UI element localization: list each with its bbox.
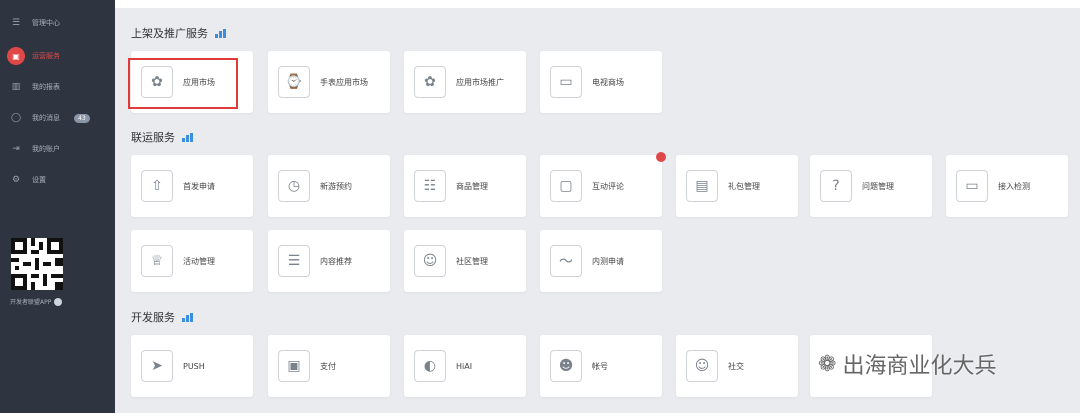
tile-goods-management[interactable]: ☷ 商品管理 — [404, 155, 526, 217]
tile-gift-management[interactable]: ▤ 礼包管理 — [676, 155, 798, 217]
tile-label: HiAI — [456, 361, 473, 371]
clipboard-icon: ☷ — [414, 170, 446, 202]
sidebar-item-label: 运营服务 — [32, 52, 60, 60]
user-icon: ☻ — [550, 350, 582, 382]
sidebar-item-management[interactable]: ☰ 管理中心 — [0, 12, 115, 34]
gift-icon: ▤ — [686, 170, 718, 202]
tile-beta-apply[interactable]: 〜 内测申请 — [540, 230, 662, 292]
watermark: ❁ 出海商业化大兵 — [818, 348, 996, 380]
tile-community-management[interactable]: ☺ 社区管理 — [404, 230, 526, 292]
watermark-text: 出海商业化大兵 — [842, 354, 997, 379]
section-blocks-icon — [182, 312, 193, 322]
section-blocks-icon — [182, 132, 193, 142]
sidebar-item-label: 我的消息 — [32, 114, 60, 122]
tile-issue-management[interactable]: ? 问题管理 — [810, 155, 932, 217]
tile-label: 接入检测 — [998, 181, 1030, 191]
chart-icon: ▥ — [11, 82, 21, 92]
tile-label: 支付 — [320, 361, 336, 371]
sidebar-item-settings[interactable]: ⚙ 设置 — [0, 169, 115, 191]
tile-content-recommend[interactable]: ☰ 内容推荐 — [268, 230, 390, 292]
tile-watch-market[interactable]: ⌚ 手表应用市场 — [268, 51, 390, 113]
sidebar: ☰ 管理中心 ▣ 运营服务 ▥ 我的报表 ◯ 我的消息 43 ⇥ 我的账户 ⚙ … — [0, 0, 115, 413]
tile-app-market[interactable]: ✿ 应用市场 — [131, 51, 253, 113]
tile-label: 商品管理 — [456, 181, 488, 191]
qr-code — [11, 238, 63, 290]
section-title-text: 开发服务 — [131, 311, 175, 324]
rocket-icon: ⇧ — [141, 170, 173, 202]
tile-tv-store[interactable]: ▭ 电视商场 — [540, 51, 662, 113]
tile-game-reservation[interactable]: ◷ 新游预约 — [268, 155, 390, 217]
notification-dot — [656, 152, 666, 162]
community-icon: ☺ — [414, 245, 446, 277]
section-title-dev: 开发服务 — [131, 309, 193, 325]
tile-label: 应用市场 — [183, 77, 215, 87]
section-title-text: 上架及推广服务 — [131, 27, 208, 40]
tile-label: 社区管理 — [456, 256, 488, 266]
tile-label: 礼包管理 — [728, 181, 760, 191]
message-count-badge: 43 — [74, 113, 90, 123]
sidebar-item-reports[interactable]: ▥ 我的报表 — [0, 76, 115, 98]
content-icon: ☰ — [278, 245, 310, 277]
tile-label: 新游预约 — [320, 181, 352, 191]
tile-label: 首发申请 — [183, 181, 215, 191]
tile-hiai[interactable]: ◐ HiAI — [404, 335, 526, 397]
tile-launch-apply[interactable]: ⇧ 首发申请 — [131, 155, 253, 217]
account-icon: ⇥ — [12, 144, 20, 154]
paper-plane-icon: ➤ — [141, 350, 173, 382]
comment-icon: ▢ — [550, 170, 582, 202]
wallet-icon: ▣ — [278, 350, 310, 382]
tile-label: 内测申请 — [592, 256, 624, 266]
tv-store-icon: ▭ — [550, 66, 582, 98]
section-blocks-icon — [215, 28, 226, 38]
tile-label: 社交 — [728, 361, 744, 371]
sidebar-item-label: 设置 — [32, 176, 46, 184]
wechat-icon: ❁ — [818, 351, 837, 377]
tile-label: 内容推荐 — [320, 256, 352, 266]
tile-label: PUSH — [183, 361, 205, 371]
sidebar-item-label: 我的报表 — [32, 83, 60, 91]
sidebar-item-account[interactable]: ⇥ 我的账户 — [0, 138, 115, 160]
tile-push[interactable]: ➤ PUSH — [131, 335, 253, 397]
section-title-listing: 上架及推广服务 — [131, 25, 226, 41]
question-icon: ? — [820, 170, 852, 202]
qr-label-text: 开发者联盟APP — [10, 299, 52, 306]
tile-label: 互动评论 — [592, 181, 624, 191]
help-icon[interactable] — [54, 297, 63, 306]
section-title-operations: 联运服务 — [131, 129, 193, 145]
tile-label: 问题管理 — [862, 181, 894, 191]
tile-label: 帐号 — [592, 361, 608, 371]
sidebar-item-messages[interactable]: ◯ 我的消息 43 — [0, 107, 115, 129]
hiai-icon: ◐ — [414, 350, 446, 382]
monitor-icon: ▭ — [956, 170, 988, 202]
tile-social[interactable]: ☺ 社交 — [676, 335, 798, 397]
qr-label: 开发者联盟APP — [10, 297, 63, 306]
social-icon: ☺ — [686, 350, 718, 382]
trophy-icon: ♕ — [141, 245, 173, 277]
top-bar — [0, 0, 1080, 8]
watch-icon: ⌚ — [278, 66, 310, 98]
service-icon: ▣ — [7, 47, 25, 65]
tile-access-check[interactable]: ▭ 接入检测 — [946, 155, 1068, 217]
message-icon: ◯ — [10, 113, 22, 123]
section-title-text: 联运服务 — [131, 131, 175, 144]
grid-icon: ☰ — [11, 18, 21, 28]
tile-account[interactable]: ☻ 帐号 — [540, 335, 662, 397]
huawei-app-market-icon: ✿ — [141, 66, 173, 98]
sidebar-item-label: 管理中心 — [32, 19, 60, 27]
tile-label: 手表应用市场 — [320, 77, 368, 87]
tile-payment[interactable]: ▣ 支付 — [268, 335, 390, 397]
settings-icon: ⚙ — [11, 175, 21, 185]
tile-label: 活动管理 — [183, 256, 215, 266]
tile-label: 应用市场推广 — [456, 77, 504, 87]
tile-label: 电视商场 — [592, 77, 624, 87]
tile-interactive-comments[interactable]: ▢ 互动评论 — [540, 155, 662, 217]
sidebar-item-label: 我的账户 — [32, 145, 60, 153]
huawei-promotion-icon: ✿ — [414, 66, 446, 98]
clock-icon: ◷ — [278, 170, 310, 202]
tile-market-promotion[interactable]: ✿ 应用市场推广 — [404, 51, 526, 113]
sidebar-item-operations[interactable]: ▣ 运营服务 — [0, 45, 115, 67]
tile-activity-management[interactable]: ♕ 活动管理 — [131, 230, 253, 292]
beta-icon: 〜 — [550, 245, 582, 277]
